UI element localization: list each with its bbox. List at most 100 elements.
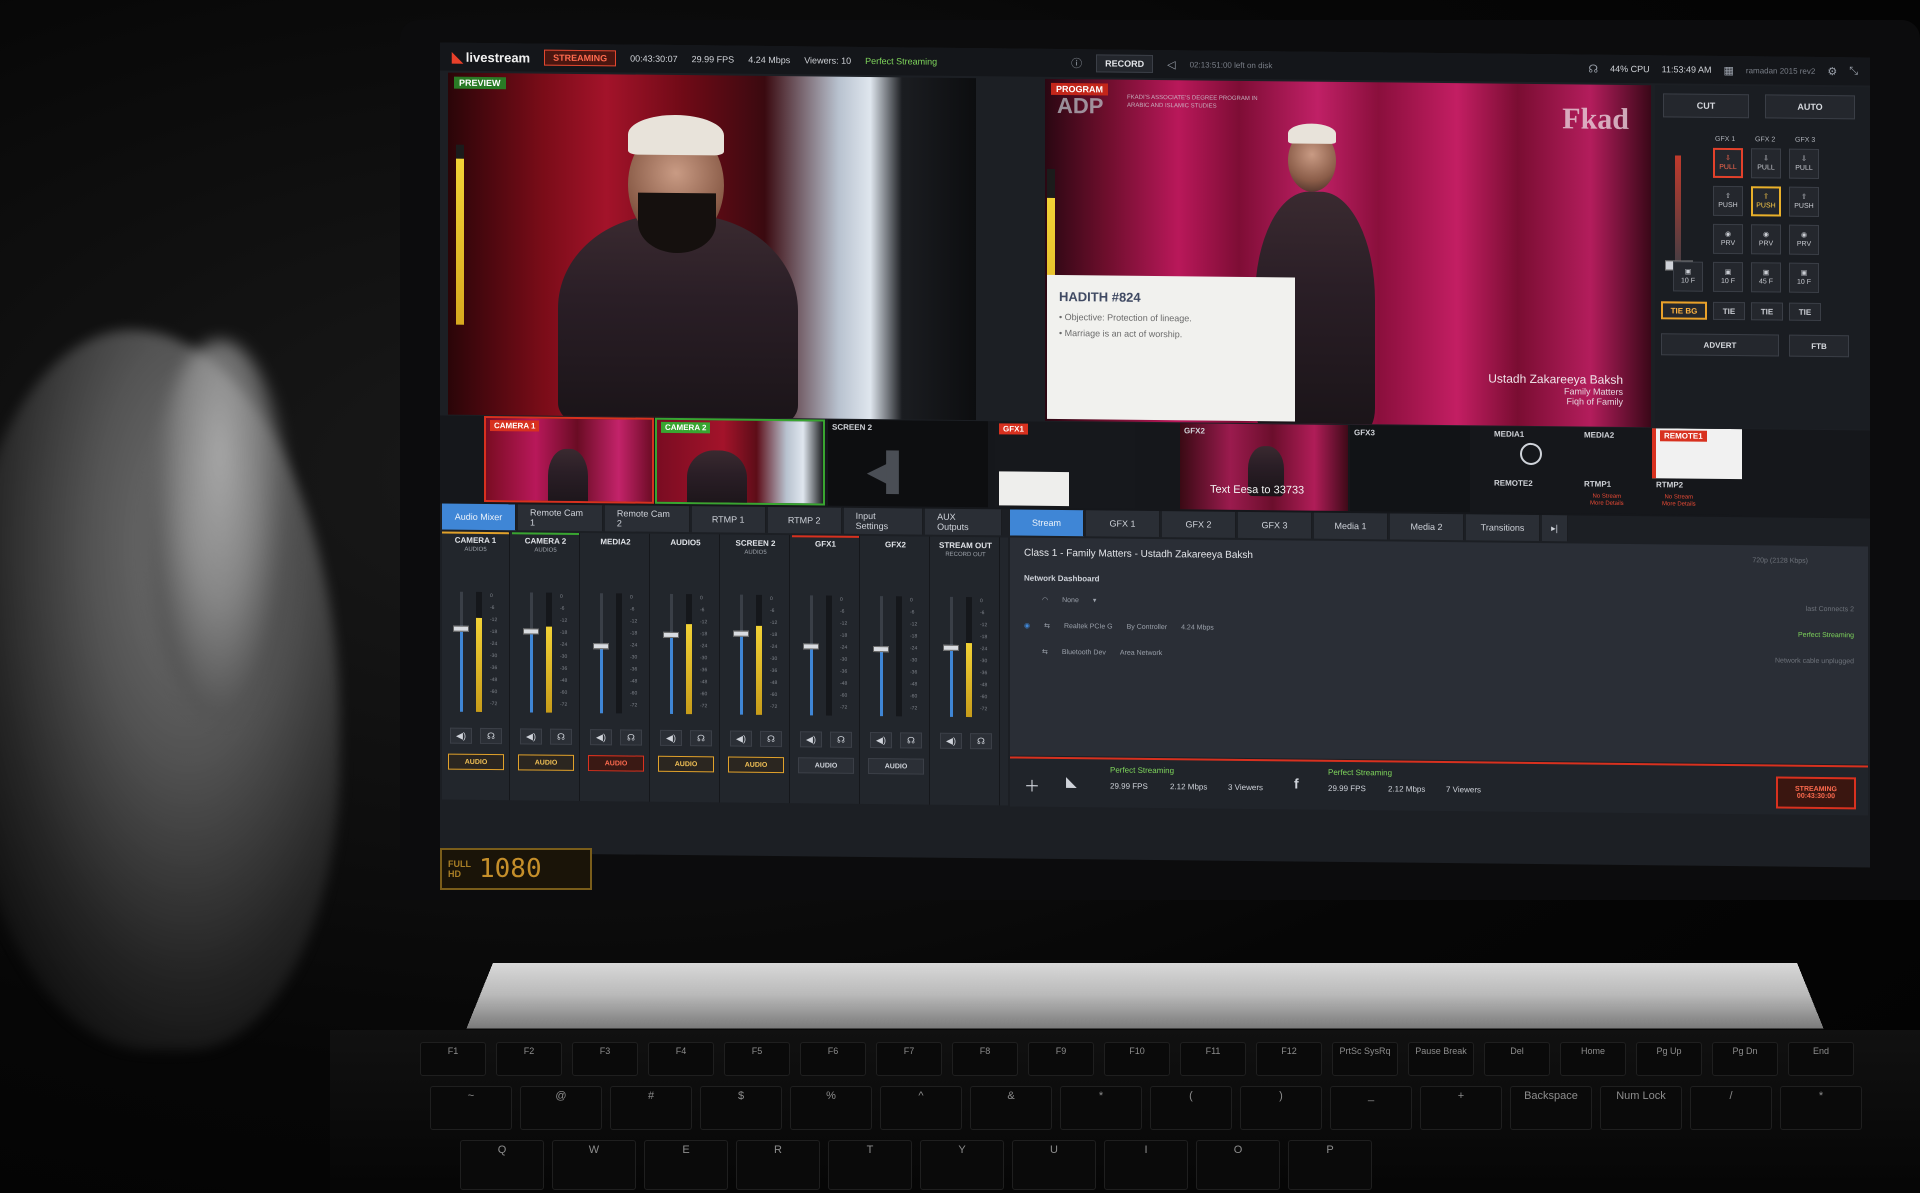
gfx3-frames-button[interactable]: ▣ 10 F [1789,262,1819,293]
audio-follow-button[interactable]: AUDIO [518,754,574,771]
headphones-icon[interactable]: ☊ [480,727,502,745]
tie-bg-button[interactable]: TIE BG [1661,301,1707,320]
ftb-button[interactable]: FTB [1789,334,1849,358]
record-button[interactable]: RECORD [1096,54,1154,73]
gfx3-preview-button[interactable]: ◉ PRV [1789,224,1819,255]
source-camera-1[interactable]: CAMERA 1 [484,415,654,504]
speaker-icon[interactable]: ◀) [940,732,962,749]
volume-fader[interactable] [460,591,463,712]
volume-fader[interactable] [670,593,673,714]
stream-button[interactable]: STREAMING 00:43:30:00 [1776,776,1856,810]
speaker-icon[interactable]: ◀) [870,732,892,749]
audio-follow-button[interactable]: AUDIO [868,757,924,775]
speaker-icon[interactable]: ◀) [660,729,682,747]
volume-fader[interactable] [810,595,813,716]
volume-fader[interactable] [740,594,743,715]
network-select[interactable]: ◠ None ▾ [1042,596,1096,605]
audio-follow-button[interactable]: AUDIO [798,757,854,774]
speaker-icon[interactable]: ◀) [520,728,542,745]
gfx3-pull-button[interactable]: ⇩ PULL [1789,148,1819,179]
source-gfx-2[interactable]: GFX2 Text Eesa to 33733 [1180,423,1348,512]
gfx1-frames-button[interactable]: ▣ 10 F [1713,261,1743,293]
headphones-icon[interactable]: ☊ [970,733,992,750]
tab-gfx-3[interactable]: GFX 3 [1238,511,1312,539]
volume-fader[interactable] [530,592,533,713]
tab-gfx-2[interactable]: GFX 2 [1162,511,1236,538]
source-gfx-3[interactable]: GFX3 [1350,425,1470,513]
tab-stream[interactable]: Stream [1010,509,1084,537]
headphones-icon[interactable]: ☊ [900,732,922,749]
headphones-icon[interactable]: ☊ [830,731,852,748]
auto-button[interactable]: AUTO [1765,94,1855,120]
gfx1-pull-button[interactable]: ⇩ PULL [1713,147,1743,179]
expand-icon[interactable]: ⤡ [1849,65,1858,78]
network-row-bluetooth[interactable]: ⇆ Bluetooth Dev Area Network [1042,648,1162,657]
gfx2-frames-button[interactable]: ▣ 45 F [1751,262,1781,293]
headphones-icon[interactable]: ☊ [550,728,572,745]
advert-button[interactable]: ADVERT [1661,333,1779,357]
source-screen-2[interactable]: SCREEN 2 ◂▌ [828,419,988,508]
speaker-icon[interactable]: ◀) [450,727,472,744]
function-key: F1 [420,1042,486,1076]
share-icon[interactable]: ◁ [1167,58,1175,71]
volume-fader[interactable] [600,593,603,714]
tab-transitions[interactable]: Transitions [1466,514,1540,542]
audio-follow-button[interactable]: AUDIO [588,755,644,772]
collapse-panel-icon[interactable]: ▸| [1542,515,1568,542]
headphones-icon[interactable]: ☊ [690,730,712,747]
headphones-icon[interactable]: ☊ [1588,62,1598,75]
preview-monitor[interactable]: PREVIEW [448,72,976,421]
source-gfx-1[interactable]: GFX1 [995,421,1135,509]
fader-knob[interactable] [943,644,959,651]
fader-knob[interactable] [663,632,679,639]
source-camera-2[interactable]: CAMERA 2 [655,417,825,506]
gfx2-push-button[interactable]: ⇧ PUSH [1751,186,1781,217]
tie-gfx1-button[interactable]: TIE [1713,301,1745,321]
network-row-realtek[interactable]: ◉ ⇆ Realtek PCIe G By Controller 4.24 Mbps [1024,622,1214,632]
gfx1-preview-button[interactable]: ◉ PRV [1713,223,1743,255]
fader-knob[interactable] [733,630,749,637]
audio-follow-button[interactable]: AUDIO [658,755,714,773]
headphones-icon[interactable]: ☊ [760,730,782,748]
tab-media-1[interactable]: Media 1 [1314,512,1388,540]
cut-button[interactable]: CUT [1663,93,1749,119]
speaker-icon[interactable]: ◀) [800,731,822,748]
tie-gfx3-button[interactable]: TIE [1789,302,1821,321]
source-media-2[interactable]: MEDIA2 RTMP1 No Stream More Details [1580,427,1650,515]
gfx3-push-button[interactable]: ⇧ PUSH [1789,186,1819,217]
gfx1-push-button[interactable]: ⇧ PUSH [1713,185,1743,217]
gfx2-preview-button[interactable]: ◉ PRV [1751,224,1781,255]
speaker-icon[interactable]: ◀) [590,729,612,746]
tab-gfx-1[interactable]: GFX 1 [1086,510,1160,538]
headphones-icon[interactable]: ☊ [620,729,642,746]
audio-follow-button[interactable]: AUDIO [448,753,504,771]
source-remote-1[interactable]: REMOTE1 RTMP2 No Stream More Details [1652,428,1742,516]
tie-gfx2-button[interactable]: TIE [1751,302,1783,321]
tab-input-settings[interactable]: Input Settings [843,507,924,535]
source-media-1[interactable]: MEDIA1 REMOTE2 [1490,426,1580,514]
volume-fader[interactable] [880,596,883,717]
streaming-badge[interactable]: STREAMING [544,49,617,67]
tab-media-2[interactable]: Media 2 [1390,513,1464,541]
audio-follow-button[interactable]: AUDIO [728,756,784,774]
tab-audio-mixer[interactable]: Audio Mixer [442,503,516,531]
tab-aux-outputs[interactable]: AUX Outputs [925,508,1002,536]
add-destination-icon[interactable]: ＋ [1024,773,1040,797]
volume-fader[interactable] [950,596,953,717]
gfx2-pull-button[interactable]: ⇩ PULL [1751,148,1781,179]
fader-knob[interactable] [453,625,469,632]
speaker-icon[interactable]: ◀) [730,730,752,747]
fader-knob[interactable] [803,643,819,650]
program-monitor[interactable]: PROGRAM ADP FKADI'S ASSOCIATE'S DEGREE P… [1045,78,1651,428]
gear-icon[interactable]: ⚙ [1827,65,1837,78]
layout-icon[interactable]: ▦ [1724,63,1734,76]
tab-rtmp-1[interactable]: RTMP 1 [691,506,766,533]
fader-knob[interactable] [873,646,889,653]
tab-rtmp-2[interactable]: RTMP 2 [767,506,842,534]
fader-knob[interactable] [523,628,539,635]
info-icon[interactable]: ⓘ [1071,55,1082,71]
tab-remote-cam-1[interactable]: Remote Cam 1 [518,504,603,532]
tab-remote-cam-2[interactable]: Remote Cam 2 [604,505,690,533]
bg-frames-button[interactable]: ▣ 10 F [1673,261,1703,292]
fader-knob[interactable] [593,643,609,650]
